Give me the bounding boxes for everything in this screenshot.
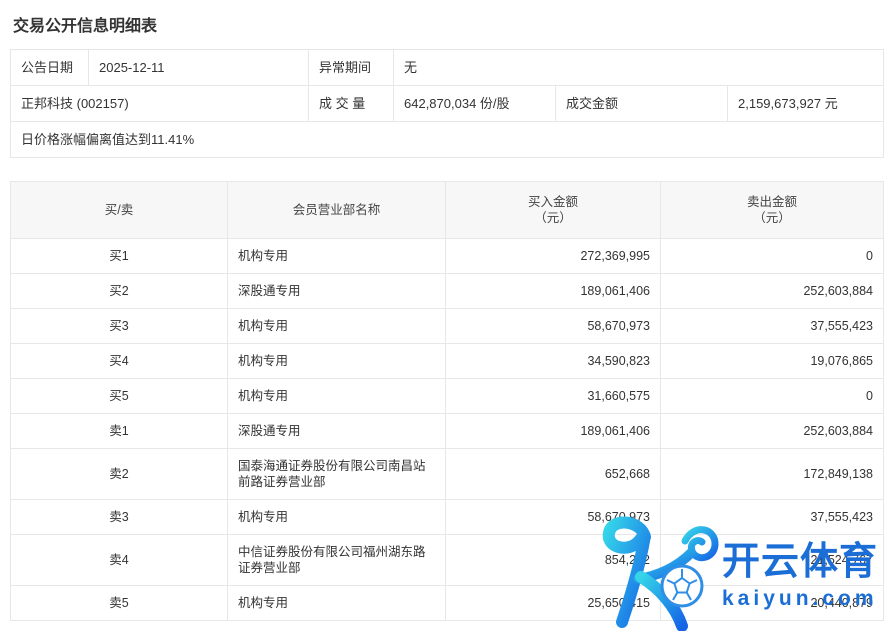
sell-amount-cell: 37,555,423 [661,309,884,344]
buy-sell-cell: 买1 [11,239,228,274]
info-row-note: 日价格涨幅偏离值达到11.41% [11,122,884,158]
stock-name-code: 正邦科技 (002157) [11,86,309,122]
buy-sell-cell: 买3 [11,309,228,344]
sell-amount-cell: 37,555,423 [661,500,884,535]
table-row: 买1 机构专用 272,369,995 0 [11,239,884,274]
col-header-member: 会员营业部名称 [228,182,446,239]
volume-label: 成 交 量 [309,86,394,122]
sell-amount-cell: 252,603,884 [661,414,884,449]
trade-disclosure-page: 交易公开信息明细表 公告日期 2025-12-11 异常期间 无 正邦科技 (0… [0,0,894,637]
summary-info-table: 公告日期 2025-12-11 异常期间 无 正邦科技 (002157) 成 交… [10,49,884,158]
table-row: 卖3 机构专用 58,670,973 37,555,423 [11,500,884,535]
volume-value: 642,870,034 份/股 [394,86,556,122]
member-name-cell: 机构专用 [228,344,446,379]
sell-amount-cell: 252,603,884 [661,274,884,309]
table-row: 卖2 国泰海通证券股份有限公司南昌站前路证券营业部 652,668 172,84… [11,449,884,500]
member-name-cell: 深股通专用 [228,274,446,309]
table-row: 卖4 中信证券股份有限公司福州湖东路证券营业部 854,212 21,524,7… [11,535,884,586]
abnormal-period-value: 无 [394,50,884,86]
buy-sell-cell: 卖2 [11,449,228,500]
buy-sell-cell: 卖3 [11,500,228,535]
table-row: 买4 机构专用 34,590,823 19,076,865 [11,344,884,379]
buy-sell-cell: 卖4 [11,535,228,586]
page-title: 交易公开信息明细表 [0,0,894,49]
info-row-stock: 正邦科技 (002157) 成 交 量 642,870,034 份/股 成交金额… [11,86,884,122]
table-header-row: 买/卖 会员营业部名称 买入金额 （元） 卖出金额 （元） [11,182,884,239]
member-name-cell: 中信证券股份有限公司福州湖东路证券营业部 [228,535,446,586]
buy-sell-cell: 买4 [11,344,228,379]
deviation-note: 日价格涨幅偏离值达到11.41% [11,122,884,158]
member-name-cell: 深股通专用 [228,414,446,449]
table-row: 卖1 深股通专用 189,061,406 252,603,884 [11,414,884,449]
buy-sell-cell: 卖1 [11,414,228,449]
announce-date-value: 2025-12-11 [89,50,309,86]
col-header-buy-amount: 买入金额 （元） [446,182,661,239]
announce-date-label: 公告日期 [11,50,89,86]
info-row-date: 公告日期 2025-12-11 异常期间 无 [11,50,884,86]
sell-amount-cell: 19,076,865 [661,344,884,379]
sell-amount-cell: 172,849,138 [661,449,884,500]
buy-amount-unit: （元） [456,210,650,226]
turnover-label: 成交金额 [556,86,728,122]
table-row: 卖5 机构专用 25,650,415 20,440,879 [11,586,884,621]
col-header-sell-amount: 卖出金额 （元） [661,182,884,239]
buy-amount-cell: 25,650,415 [446,586,661,621]
sell-amount-cell: 0 [661,379,884,414]
member-name-cell: 机构专用 [228,586,446,621]
buy-amount-cell: 652,668 [446,449,661,500]
buy-sell-cell: 买2 [11,274,228,309]
buy-amount-cell: 58,670,973 [446,309,661,344]
col-header-buy-sell: 买/卖 [11,182,228,239]
member-name-cell: 机构专用 [228,500,446,535]
buy-amount-cell: 272,369,995 [446,239,661,274]
buy-sell-cell: 卖5 [11,586,228,621]
member-name-cell: 机构专用 [228,379,446,414]
turnover-value: 2,159,673,927 元 [728,86,884,122]
trade-detail-table: 买/卖 会员营业部名称 买入金额 （元） 卖出金额 （元） 买1 机构专用 27… [10,181,884,621]
sell-amount-cell: 21,524,767 [661,535,884,586]
buy-amount-cell: 189,061,406 [446,414,661,449]
buy-sell-cell: 买5 [11,379,228,414]
sell-amount-unit: （元） [671,210,873,226]
member-name-cell: 机构专用 [228,239,446,274]
table-row: 买2 深股通专用 189,061,406 252,603,884 [11,274,884,309]
buy-amount-cell: 58,670,973 [446,500,661,535]
table-row: 买5 机构专用 31,660,575 0 [11,379,884,414]
buy-amount-cell: 189,061,406 [446,274,661,309]
member-name-cell: 机构专用 [228,309,446,344]
sell-amount-cell: 20,440,879 [661,586,884,621]
buy-amount-cell: 31,660,575 [446,379,661,414]
abnormal-period-label: 异常期间 [309,50,394,86]
sell-amount-title: 卖出金额 [671,194,873,210]
member-name-cell: 国泰海通证券股份有限公司南昌站前路证券营业部 [228,449,446,500]
buy-amount-cell: 34,590,823 [446,344,661,379]
table-row: 买3 机构专用 58,670,973 37,555,423 [11,309,884,344]
buy-amount-cell: 854,212 [446,535,661,586]
buy-amount-title: 买入金额 [456,194,650,210]
sell-amount-cell: 0 [661,239,884,274]
